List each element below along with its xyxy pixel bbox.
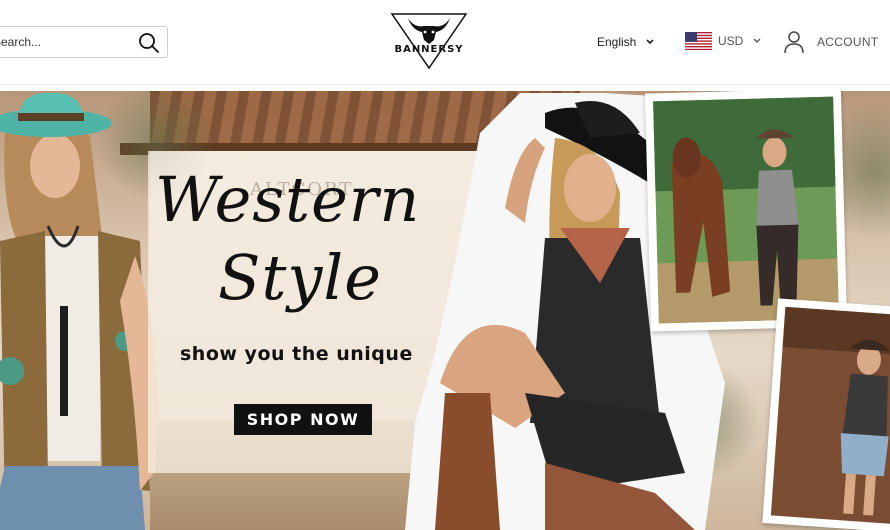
site-header: BANNERSY English USD ACCOUNT xyxy=(0,0,890,85)
chevron-down-icon xyxy=(646,39,654,45)
search-bar[interactable] xyxy=(0,26,168,58)
horse-photo-image xyxy=(653,96,839,324)
language-selector[interactable]: English xyxy=(597,33,655,51)
brand-logo[interactable]: BANNERSY xyxy=(384,10,474,72)
search-button[interactable] xyxy=(137,31,161,55)
shop-now-button[interactable]: SHOP NOW xyxy=(234,404,372,435)
porch-photo-image xyxy=(770,306,890,525)
photo-horse xyxy=(644,91,848,332)
chevron-down-icon xyxy=(753,38,761,43)
search-icon xyxy=(139,33,159,53)
hero-banner[interactable]: ALTCORT Western Style show you the uniqu… xyxy=(0,91,890,530)
account-label: ACCOUNT xyxy=(817,35,879,49)
currency-selector[interactable]: USD xyxy=(685,31,762,51)
currency-label: USD xyxy=(718,34,744,48)
search-input[interactable] xyxy=(0,27,129,57)
bull-skull-logo xyxy=(390,13,468,70)
photo-porch xyxy=(762,298,890,530)
language-label: English xyxy=(597,35,637,49)
account-link[interactable]: ACCOUNT xyxy=(783,30,878,54)
brand-name: BANNERSY xyxy=(394,44,464,55)
us-flag-icon xyxy=(685,32,712,50)
user-icon xyxy=(784,31,804,54)
